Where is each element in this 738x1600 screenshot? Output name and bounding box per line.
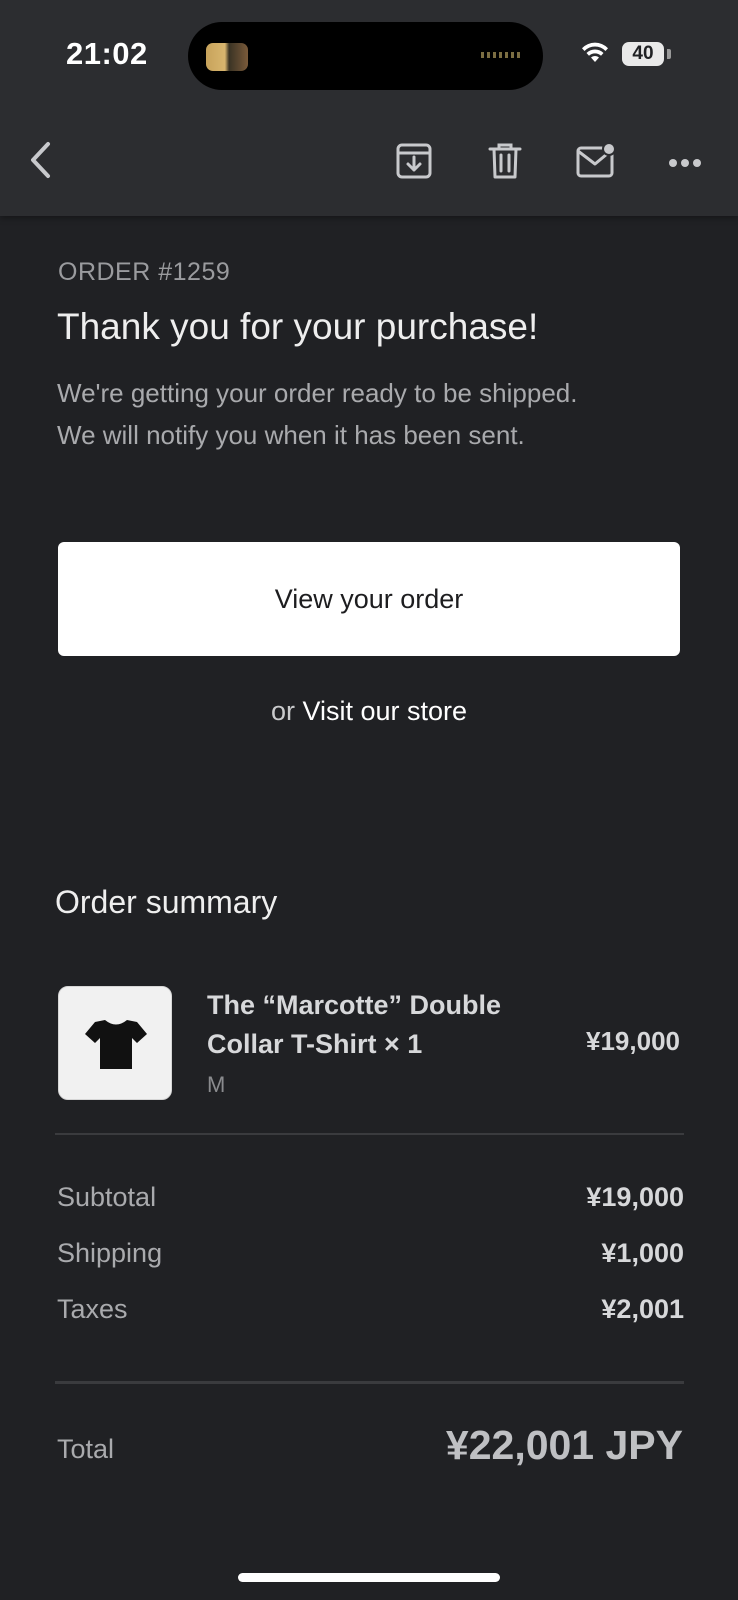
- mark-unread-button[interactable]: [575, 142, 619, 185]
- visit-store-link[interactable]: Visit our store: [302, 696, 467, 726]
- taxes-value: ¥2,001: [601, 1294, 684, 1324]
- product-name-line-2: Collar T-Shirt × 1: [207, 1029, 423, 1059]
- back-button[interactable]: [24, 140, 58, 185]
- mail-unread-icon: [576, 142, 616, 178]
- total-value: ¥22,001 JPY: [445, 1422, 683, 1468]
- chevron-left-icon: [31, 142, 50, 178]
- or-text: or: [270, 696, 295, 726]
- visit-store-line: or Visit our store: [0, 696, 738, 727]
- delete-button[interactable]: [488, 142, 522, 185]
- audio-waveform-icon: [481, 52, 521, 58]
- order-number: ORDER #1259: [58, 258, 231, 286]
- wifi-icon: [582, 42, 608, 62]
- home-indicator[interactable]: [238, 1573, 500, 1582]
- divider: [55, 1381, 684, 1384]
- more-options-button[interactable]: [668, 155, 702, 173]
- now-playing-artwork: [206, 43, 248, 71]
- order-summary-title: Order summary: [55, 884, 278, 920]
- product-image: [58, 986, 172, 1100]
- view-order-button[interactable]: View your order: [58, 542, 680, 656]
- email-subtext: We're getting your order ready to be shi…: [57, 372, 697, 456]
- product-variant: M: [207, 1072, 226, 1097]
- top-bar: 21:02 40: [0, 0, 738, 216]
- subtotal-label: Subtotal: [57, 1182, 157, 1212]
- subtotal-value: ¥19,000: [586, 1182, 684, 1212]
- taxes-row: Taxes ¥2,001: [57, 1294, 684, 1330]
- subtext-line-1: We're getting your order ready to be shi…: [57, 378, 578, 408]
- archive-button[interactable]: [395, 142, 433, 185]
- subtext-line-2: We will notify you when it has been sent…: [57, 420, 525, 450]
- email-headline: Thank you for your purchase!: [57, 306, 539, 347]
- dynamic-island: [188, 22, 543, 90]
- archive-icon: [396, 143, 432, 179]
- tshirt-icon: [85, 1020, 147, 1069]
- more-horizontal-icon: [669, 159, 701, 167]
- total-label: Total: [57, 1434, 115, 1464]
- battery-indicator: 40: [622, 42, 664, 66]
- shipping-row: Shipping ¥1,000: [57, 1238, 684, 1274]
- product-price: ¥19,000: [586, 1026, 680, 1056]
- subtotal-row: Subtotal ¥19,000: [57, 1182, 684, 1218]
- divider: [55, 1133, 684, 1135]
- product-name: The “Marcotte” Double Collar T-Shirt × 1: [207, 986, 537, 1064]
- taxes-label: Taxes: [57, 1294, 128, 1324]
- shipping-value: ¥1,000: [601, 1238, 684, 1268]
- status-time: 21:02: [66, 36, 148, 71]
- shipping-label: Shipping: [57, 1238, 163, 1268]
- trash-icon: [488, 143, 522, 179]
- battery-tip: [667, 49, 671, 59]
- product-name-line-1: The “Marcotte” Double: [207, 990, 502, 1020]
